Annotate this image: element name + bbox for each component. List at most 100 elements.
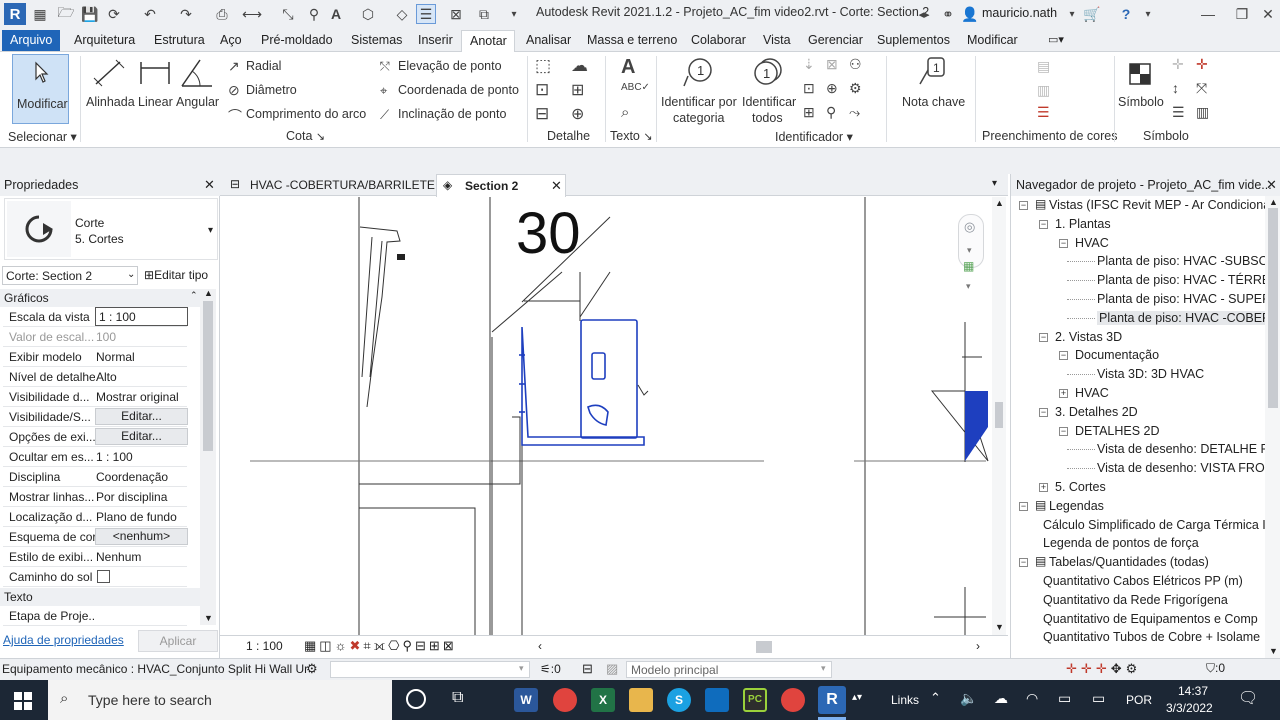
worksets-icon[interactable]: ⚙ [306,661,318,677]
zoom-dropdown-icon[interactable]: ▾ [966,281,971,292]
undo-icon[interactable]: ↶ [140,4,160,24]
tab-suplementos[interactable]: Suplementos [877,33,950,47]
duct-legend-icon[interactable]: ▤ [1037,58,1050,75]
shadows-icon[interactable]: ✖ [350,638,364,653]
close-tab-icon[interactable]: ✕ [551,178,562,194]
collapse-node-icon[interactable]: − [1019,201,1028,210]
browser-node[interactable]: Vista 3D: 3D HVAC [1011,365,1265,384]
battery-icon[interactable]: ▭ [1058,690,1071,707]
scroll-down-icon[interactable]: ▼ [204,613,213,623]
vscroll-thumb[interactable] [995,402,1003,428]
diameter-button[interactable]: Diâmetro [246,83,297,97]
property-row[interactable]: Nível de detalhe Alto [3,367,187,387]
filter-count[interactable]: ⛉:0 [1206,661,1225,676]
property-row[interactable]: Mostrar linhas... Por disciplina [3,487,187,507]
browser-node[interactable]: Legenda de pontos de força [1011,534,1265,553]
notifications-icon[interactable]: 🗨 [1238,688,1258,708]
wheel-icon[interactable]: ◎ [964,219,975,235]
property-row[interactable]: Caminho do sol [3,567,187,587]
instance-selector[interactable]: Corte: Section 2 ⌄ [2,266,138,285]
properties-help-link[interactable]: Ajuda de propriedades [3,633,124,647]
sun-path-icon[interactable]: ☼ [335,638,350,653]
scroll-up-icon[interactable]: ▲ [995,198,1004,208]
beam-symbol-icon[interactable]: ☰ [1172,104,1185,121]
user-dropdown-icon[interactable]: ▾ [1062,4,1082,24]
help-dropdown-icon[interactable]: ▾ [1138,4,1158,24]
browser-node[interactable]: − DETALHES 2D [1011,422,1265,441]
tray-chevron-icon[interactable]: ⌃ [930,690,941,706]
file-explorer-icon[interactable] [629,688,653,712]
radial-button[interactable]: Radial [246,59,281,73]
symbol-button[interactable]: Símbolo [1118,95,1164,109]
close-hidden-icon[interactable]: ⊠ [446,4,466,24]
restore-icon[interactable]: ❐ [1232,4,1252,24]
ribbon-toggle-icon[interactable]: ▭▾ [1048,33,1064,46]
tag-icon[interactable]: ⚲ [304,4,324,24]
tab-arquitetura[interactable]: Arquitetura [74,33,135,47]
space-tag-icon[interactable]: ⚙ [849,80,862,97]
find-replace-icon[interactable]: ⌕ [621,104,629,121]
tab-analisar[interactable]: Analisar [526,33,571,47]
canvas-vscroll[interactable]: ▲ ▼ [992,197,1006,635]
binoculars-icon[interactable]: ⚭ [938,4,958,24]
browser-node[interactable]: Quantitativo Cabos Elétricos PP (m) [1011,572,1265,591]
main-model-dropdown[interactable]: Modelo principal ▾ [626,661,832,678]
panel-preenchimento[interactable]: Preenchimento de cores [982,129,1118,143]
region-icon[interactable]: ⊡ [535,80,549,100]
modify-button[interactable]: Modificar [12,54,69,124]
spot-elevation-button[interactable]: Elevação de ponto [398,59,502,73]
arc-length-button[interactable]: Comprimento do arco [246,107,366,121]
tab-hvac-cobertura[interactable]: ⊟ HVAC -COBERTURA/BARRILETE [224,174,436,196]
tab-modificar[interactable]: Modificar [967,33,1018,47]
pipe-legend-icon[interactable]: ▥ [1037,82,1050,99]
help-icon[interactable]: ? [1116,4,1136,24]
info-center-arrows-icon[interactable]: ◂▸ [914,4,934,24]
browser-node[interactable]: − Documentação [1011,346,1265,365]
property-value[interactable]: 1 : 100 [95,307,188,326]
qat-dropdown-icon[interactable]: ▾ [504,4,524,24]
browser-node[interactable]: − Tabelas/Quantidades (todas) ▤ [1011,553,1265,572]
expand-node-icon[interactable]: + [1059,389,1068,398]
select-pinned-icon[interactable]: ✛ [1096,661,1111,676]
design-options-icon[interactable]: ⊟ [582,661,593,677]
revit-logo-icon[interactable]: R [4,3,26,25]
drag-elements-icon[interactable]: ⚙ [1126,661,1142,676]
panel-simbolo[interactable]: Símbolo [1143,129,1189,143]
browser-node[interactable]: Quantitativo da Rede Frigorígena [1011,591,1265,610]
view-reference-icon[interactable]: ⊞ [803,104,815,121]
multi-category-icon[interactable]: ⊠ [826,56,838,73]
edit-type-button[interactable]: ⊞Editar tipo [144,268,208,282]
spelling-icon[interactable]: ABC✓ [621,82,650,93]
redo-icon[interactable]: ↷ [176,4,196,24]
fabric-icon[interactable]: ⤧ [1196,80,1207,97]
panel-texto[interactable]: Texto ↘ [610,129,653,143]
display-icon[interactable]: ▭ [1092,690,1105,707]
property-row[interactable]: Visibilidade/S... Editar... [3,407,188,427]
property-row-etapa[interactable]: Etapa de Proje... [3,606,187,626]
tab-sistemas[interactable]: Sistemas [351,33,402,47]
spot-coordinate-button[interactable]: Coordenada de ponto [398,83,519,97]
apply-button[interactable]: Aplicar [138,630,218,652]
panel-detalhe[interactable]: Detalhe [547,129,590,143]
property-row[interactable]: Esquema de cor <nenhum> [3,527,188,547]
type-selector[interactable]: Corte 5. Cortes ▾ [4,198,218,260]
reveal-hidden-icon[interactable]: ⚲ [402,638,415,653]
clock-date[interactable]: 3/3/2022 [1166,701,1213,715]
scroll-down-icon[interactable]: ▼ [1269,646,1278,656]
property-row[interactable]: Ocultar em es... 1 : 100 [3,447,187,467]
skype-icon[interactable]: S [667,688,691,712]
panel-cota[interactable]: Cota ↘ [286,129,325,143]
text-icon[interactable]: A [326,4,346,24]
cortana-icon[interactable] [406,689,426,709]
browser-scroll-thumb[interactable] [1268,208,1278,408]
property-row[interactable]: Escala da vista 1 : 100 [3,307,188,327]
temporary-hide-icon[interactable]: ⎔ [388,638,402,653]
browser-node[interactable]: +5. Cortes [1011,478,1265,497]
area-reinforcement-icon[interactable]: ✛ [1196,56,1208,73]
property-row[interactable]: Valor de escal... 100 [3,327,187,347]
tab-anotar[interactable]: Anotar [461,30,515,52]
tag-by-category-label-1[interactable]: Identificar por [661,95,737,109]
tag-by-category-label-2[interactable]: categoria [673,111,724,125]
task-view-icon[interactable]: ⧉ [452,689,463,707]
thin-lines-icon[interactable]: ☰ [416,4,436,24]
